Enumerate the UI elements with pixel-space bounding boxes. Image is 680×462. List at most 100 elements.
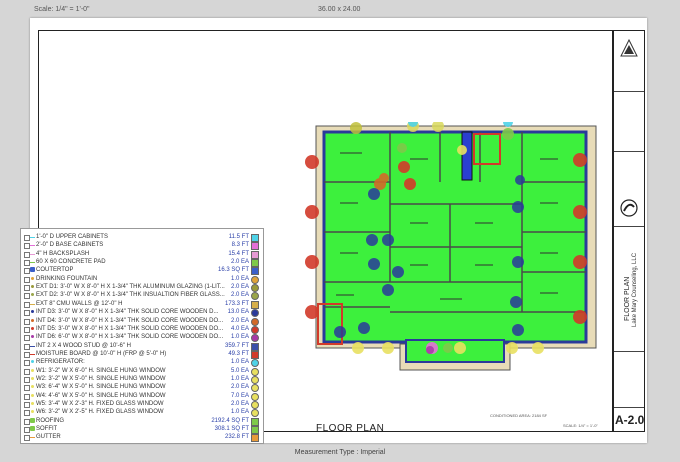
legend-item-quantity: 2192.4 SQ FT	[211, 417, 249, 424]
legend-item-label: W2: 3'-2" W X 5'-0" H. SINGLE HUNG WINDO…	[36, 375, 166, 382]
takeoff-legend: 1'-0" D UPPER CABINETS 11.5 FT 2'-0" D BAS…	[20, 228, 264, 444]
legend-item-label: 1'-0" D UPPER CABINETS	[36, 234, 108, 240]
legend-item[interactable]: W5: 3'-4" W X 2'-3" H. FIXED GLASS WINDO…	[24, 400, 262, 409]
logo-icon	[620, 39, 638, 57]
count-marker-icon	[31, 318, 34, 322]
legend-item[interactable]: 4" H BACKSPLASH 15.4 FT	[24, 250, 262, 259]
legend-checkbox[interactable]	[24, 293, 30, 300]
legend-checkbox[interactable]	[24, 243, 30, 250]
legend-item-label: EXT D2: 3'-0" W X 8'-0" H X 1-3/4" THK I…	[36, 292, 225, 299]
count-marker-icon	[31, 402, 34, 405]
title-block-sheet-title: FLOOR PLAN	[624, 276, 631, 321]
int-door-d6-marker[interactable]	[426, 346, 434, 354]
legend-item-quantity: 4.0 EA	[230, 325, 249, 332]
legend-item-label: INT D4: 3'-0" W X 8'-0" H X 1-3/4" THK S…	[36, 317, 224, 324]
legend-checkbox[interactable]	[24, 251, 30, 258]
legend-item-quantity: 2.0 EA	[230, 401, 249, 407]
legend-item-label: MOISTURE BOARD @ 10'-0" H (FRP @ 5'-0" H…	[36, 350, 167, 357]
legend-item[interactable]: INT D3: 3'-0" W X 8'-0" H X 1-3/4" THK S…	[24, 308, 262, 318]
legend-checkbox[interactable]	[24, 285, 30, 292]
floor-plan[interactable]	[290, 122, 610, 372]
count-marker-icon	[31, 276, 34, 280]
legend-checkbox[interactable]	[24, 260, 30, 267]
scale-note: SCALE: 1/4" = 1'-0"	[563, 423, 598, 428]
legend-item[interactable]: GUTTER 232.8 FT	[24, 433, 262, 443]
seal-icon	[620, 199, 638, 217]
drawing-title: FLOOR PLAN	[316, 423, 385, 434]
legend-item[interactable]: INT D6: 6'-0" W X 8'-0" H X 1-3/4" THK S…	[24, 333, 262, 343]
legend-item-quantity: 7.0 EA	[230, 392, 249, 399]
legend-item[interactable]: 1'-0" D UPPER CABINETS 11.5 FT	[24, 233, 262, 242]
legend-checkbox[interactable]	[24, 368, 30, 375]
legend-item-label: SOFFIT	[36, 426, 58, 433]
count-marker-icon	[31, 285, 34, 289]
count-marker-icon	[31, 385, 34, 389]
title-block-divider	[614, 226, 644, 227]
legend-item[interactable]: 2'-0" D BASE CABINETS 8.3 FT	[24, 241, 262, 251]
legend-item-quantity: 2.0 EA	[230, 284, 249, 291]
conditioned-area[interactable]	[322, 130, 588, 344]
count-marker-icon	[31, 326, 34, 330]
area-marker-icon	[30, 426, 35, 432]
legend-color-swatch[interactable]	[251, 434, 259, 443]
legend-checkbox[interactable]	[24, 393, 30, 400]
legend-checkbox[interactable]	[24, 335, 30, 342]
legend-item[interactable]: INT D4: 3'-0" W X 8'-0" H X 1-3/4" THK S…	[24, 317, 262, 326]
legend-item-label: 4" H BACKSPLASH	[36, 250, 90, 257]
legend-item[interactable]: W4: 4'-6" W X 5'-0" H. SINGLE HUNG WINDO…	[24, 392, 262, 401]
legend-item[interactable]: DRINKING FOUNTAIN 1.0 EA	[24, 275, 262, 284]
legend-item[interactable]: REFRIGERATOR: 1.0 EA	[24, 358, 262, 368]
legend-checkbox[interactable]	[24, 235, 30, 241]
title-block-company: Lake Mary Counseling, LLC	[632, 252, 638, 327]
legend-checkbox[interactable]	[24, 376, 30, 383]
legend-checkbox[interactable]	[24, 385, 30, 392]
legend-item[interactable]: EXT D2: 3'-0" W X 8'-0" H X 1-3/4" THK I…	[24, 291, 262, 301]
scale-label: Scale: 1/4" = 1'-0"	[34, 6, 90, 13]
legend-item-quantity: 1.0 EA	[230, 409, 249, 416]
linear-marker-icon	[30, 353, 35, 355]
legend-checkbox[interactable]	[24, 310, 30, 317]
legend-item[interactable]: W2: 3'-2" W X 5'-0" H. SINGLE HUNG WINDO…	[24, 375, 262, 384]
legend-item-label: COUTERTOP	[36, 267, 74, 274]
legend-checkbox[interactable]	[24, 435, 30, 442]
legend-item[interactable]: INT D5: 3'-0" W X 8'-0" H X 1-3/4" THK S…	[24, 325, 262, 334]
linear-marker-icon	[30, 262, 35, 264]
legend-checkbox[interactable]	[24, 276, 30, 283]
title-block-divider	[614, 151, 644, 152]
legend-checkbox[interactable]	[24, 402, 30, 408]
legend-checkbox[interactable]	[24, 318, 30, 325]
legend-item-label: ROOFING	[36, 417, 64, 424]
legend-checkbox[interactable]	[24, 301, 30, 308]
legend-item-quantity: 15.4 FT	[228, 250, 249, 257]
cabinet-block[interactable]	[461, 131, 473, 181]
title-block-divider	[614, 407, 644, 408]
legend-item[interactable]: ROOFING 2192.4 SQ FT	[24, 417, 262, 426]
legend-item[interactable]: SOFFIT 308.1 SQ FT	[24, 425, 262, 435]
legend-item-quantity: 173.3 FT	[224, 300, 249, 307]
legend-item[interactable]: COUTERTOP 16.3 SQ FT	[24, 266, 262, 276]
title-block-divider	[614, 351, 644, 352]
legend-item[interactable]: 60 X 60 CONCRETE PAD 2.0 EA	[24, 258, 262, 268]
legend-item-quantity: 1.0 EA	[230, 375, 249, 382]
legend-item[interactable]: W6: 3'-2" W X 2'-5" H. FIXED GLASS WINDO…	[24, 408, 262, 418]
legend-item[interactable]: W1: 3'-2" W X 6'-0" H. SINGLE HUNG WINDO…	[24, 367, 262, 376]
legend-item-label: GUTTER	[36, 434, 61, 441]
legend-item[interactable]: EXT 8" CMU WALLS @ 12'-0" H 173.3 FT	[24, 300, 262, 309]
legend-item-quantity: 16.3 SQ FT	[217, 267, 249, 274]
measurement-type: Measurement Type : Imperial	[294, 449, 386, 456]
count-marker-icon	[31, 368, 34, 372]
legend-checkbox[interactable]	[24, 410, 30, 417]
legend-checkbox[interactable]	[24, 351, 30, 358]
title-block-divider	[614, 91, 644, 92]
legend-item[interactable]: W3: 6'-4" W X 5'-0" H. SINGLE HUNG WINDO…	[24, 383, 262, 393]
area-marker-icon	[30, 417, 35, 423]
legend-item-quantity: 2.0 EA	[230, 259, 249, 266]
legend-item[interactable]: INT 2 X 4 WOOD STUD @ 10'-6" H 359.7 FT	[24, 342, 262, 351]
legend-checkbox[interactable]	[24, 343, 30, 350]
legend-item[interactable]: EXT D1: 3'-0" W X 8'-0" H X 1-3/4" THK A…	[24, 283, 262, 293]
legend-item-label: EXT 8" CMU WALLS @ 12'-0" H	[36, 300, 123, 307]
legend-item[interactable]: MOISTURE BOARD @ 10'-0" H (FRP @ 5'-0" H…	[24, 350, 262, 359]
legend-item-label: W5: 3'-4" W X 2'-3" H. FIXED GLASS WINDO…	[36, 401, 164, 407]
legend-checkbox[interactable]	[24, 326, 30, 333]
legend-checkbox[interactable]	[24, 360, 30, 367]
